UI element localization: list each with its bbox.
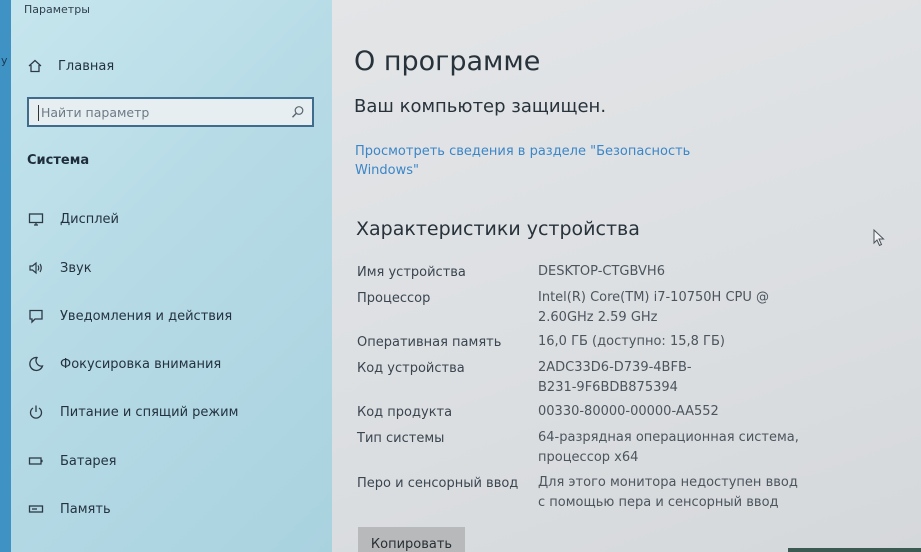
speaker-icon — [27, 259, 45, 277]
sidebar-item-label: Фокусировка внимания — [60, 356, 222, 372]
storage-icon — [27, 500, 45, 518]
sidebar-item-battery[interactable]: Батарея — [27, 452, 117, 470]
bottom-bar — [788, 548, 921, 552]
spec-value: 2ADC33D6-D739-4BFB-B231-9F6BDB875394 — [538, 360, 692, 395]
sidebar: у Параметры Главная Найти параметр Систе… — [0, 0, 332, 552]
spec-label: Код продукта — [357, 405, 453, 420]
sidebar-item-notifications[interactable]: Уведомления и действия — [27, 307, 232, 325]
sidebar-item-label: Батарея — [60, 453, 117, 469]
search-input[interactable]: Найти параметр — [27, 97, 314, 127]
desktop-edge-strip — [0, 0, 11, 552]
edge-glyph: у — [1, 54, 8, 67]
spec-label: Перо и сенсорный ввод — [357, 476, 519, 491]
search-icon[interactable] — [291, 104, 305, 123]
notifications-icon — [27, 307, 45, 325]
section-title: Система — [27, 153, 90, 168]
display-icon — [27, 210, 45, 228]
sidebar-item-focus-assist[interactable]: Фокусировка внимания — [27, 355, 221, 373]
spec-label: Код устройства — [357, 361, 465, 376]
spec-label: Процессор — [357, 291, 431, 306]
search-placeholder: Найти параметр — [41, 105, 150, 120]
text-caret — [38, 105, 39, 121]
home-icon — [26, 57, 44, 75]
sidebar-item-storage[interactable]: Память — [27, 500, 111, 518]
sidebar-item-label: Дисплей — [60, 211, 120, 227]
settings-window: у Параметры Главная Найти параметр Систе… — [0, 0, 921, 552]
device-specs-heading: Характеристики устройства — [356, 218, 640, 240]
spec-value: DESKTOP-CTGBVH6 — [538, 264, 665, 279]
sidebar-item-label: Питание и спящий режим — [60, 404, 239, 420]
nav-home-label: Главная — [58, 58, 115, 74]
page-title: О программе — [354, 46, 541, 77]
battery-icon — [27, 452, 45, 470]
sidebar-item-label: Уведомления и действия — [60, 308, 233, 324]
nav-home[interactable]: Главная — [26, 57, 114, 75]
main-content: О программе Ваш компьютер защищен. Просм… — [332, 0, 921, 552]
protection-status: Ваш компьютер защищен. — [354, 96, 607, 117]
spec-label: Тип системы — [357, 431, 445, 446]
windows-security-link[interactable]: Просмотреть сведения в разделе "Безопасн… — [355, 142, 695, 180]
mouse-cursor-icon — [873, 228, 885, 251]
spec-value: Intel(R) Core(TM) i7-10750H CPU @ 2.60GH… — [538, 290, 770, 325]
sidebar-item-label: Память — [60, 501, 111, 517]
copy-button[interactable]: Копировать — [358, 527, 465, 552]
spec-value: 16,0 ГБ (доступно: 15,8 ГБ) — [538, 334, 725, 349]
power-icon — [27, 403, 45, 421]
window-title: Параметры — [24, 3, 90, 16]
spec-value: 64-разрядная операционная система, проце… — [538, 430, 799, 465]
spec-label: Оперативная память — [357, 335, 502, 350]
spec-value: Для этого монитора недоступен ввод с пом… — [538, 475, 798, 510]
sidebar-item-display[interactable]: Дисплей — [27, 210, 119, 228]
moon-icon — [27, 355, 45, 373]
spec-value: 00330-80000-00000-AA552 — [538, 404, 719, 419]
spec-label: Имя устройства — [357, 265, 466, 280]
sidebar-item-power-sleep[interactable]: Питание и спящий режим — [27, 403, 238, 421]
sidebar-item-label: Звук — [60, 260, 92, 276]
sidebar-item-sound[interactable]: Звук — [27, 259, 92, 277]
